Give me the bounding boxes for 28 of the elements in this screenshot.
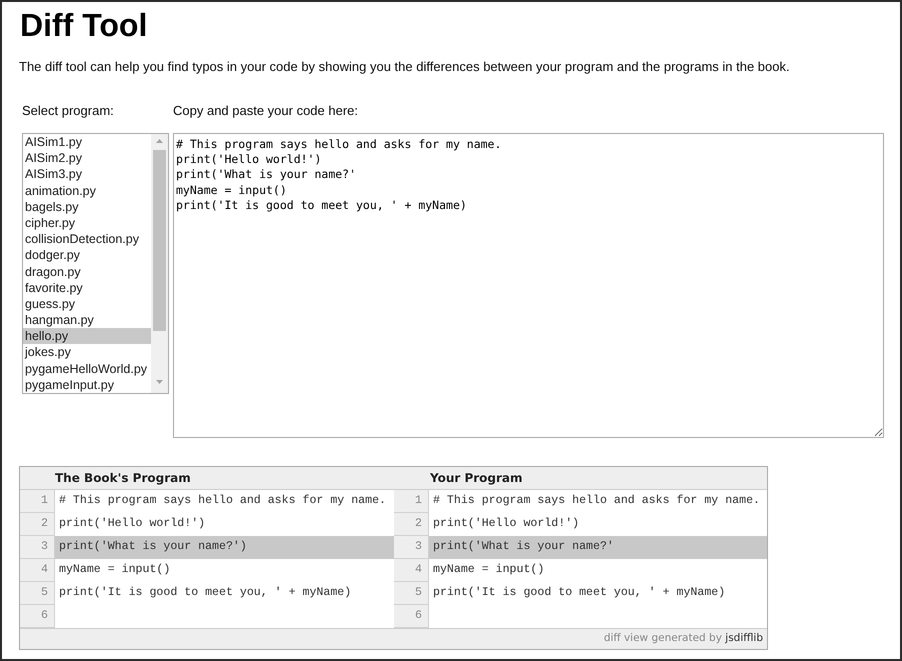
program-list-item[interactable]: hello.py bbox=[23, 328, 151, 344]
line-number: 5 bbox=[20, 582, 55, 605]
select-program-label: Select program: bbox=[22, 103, 115, 119]
column-header: The Book's Program bbox=[20, 467, 394, 489]
line-number: 6 bbox=[394, 605, 429, 628]
line-number: 2 bbox=[20, 513, 55, 536]
scrollbar-track[interactable] bbox=[151, 134, 168, 393]
scroll-up-arrow-icon[interactable] bbox=[156, 139, 163, 143]
jsdifflib-link[interactable]: jsdifflib bbox=[725, 632, 763, 644]
line-number: 4 bbox=[394, 559, 429, 582]
column-header: Your Program bbox=[394, 467, 767, 489]
scroll-down-arrow-icon[interactable] bbox=[156, 380, 163, 384]
line-number: 5 bbox=[394, 582, 429, 605]
page-title: Diff Tool bbox=[20, 9, 148, 41]
line-number: 6 bbox=[20, 605, 55, 628]
description-text: The diff tool can help you find typos in your code by showing you the differences between your program and the programs in the book. bbox=[19, 59, 790, 75]
program-list-item[interactable]: hangman.py bbox=[23, 312, 151, 328]
code-input-label: Copy and paste your code here: bbox=[173, 103, 358, 119]
line-number: 1 bbox=[394, 490, 429, 513]
program-listbox[interactable]: AISim1.py AISim2.py AISim3.py animation.py bagels.py cipher.py collisionDetection.py dodger.py dragon.py favorite.py guess.py hangman.py hello.py jokes.py pygameHelloWorld.py pygameInput.py bbox=[22, 133, 169, 394]
line-number: 3 bbox=[20, 536, 55, 559]
line-number: 3 bbox=[394, 536, 429, 559]
line-number: 1 bbox=[20, 490, 55, 513]
footer-text: diff view generated by jsdifflib bbox=[604, 631, 763, 646]
scrollbar-thumb[interactable] bbox=[153, 150, 166, 331]
code-input-field[interactable]: # This program says hello and asks for my name. print('Hello world!') print('What is your name?' myName = input() print('It is good to meet you, ' + myName) bbox=[173, 133, 884, 438]
line-number: 2 bbox=[394, 513, 429, 536]
line-number: 4 bbox=[20, 559, 55, 582]
